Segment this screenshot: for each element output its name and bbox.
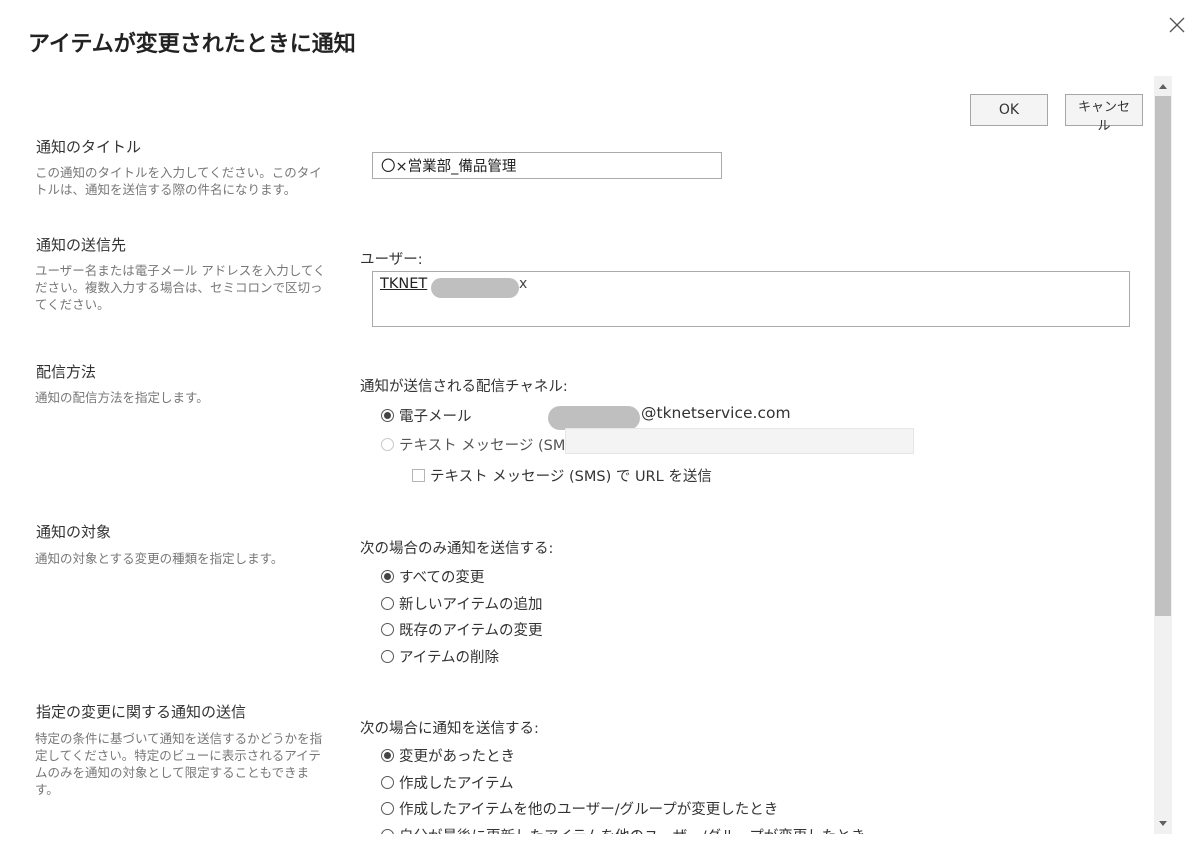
cancel-button[interactable]: キャンセル bbox=[1065, 94, 1143, 134]
sms-url-option[interactable]: テキスト メッセージ (SMS) で URL を送信 bbox=[412, 465, 712, 486]
sms-url-label: テキスト メッセージ (SMS) で URL を送信 bbox=[430, 469, 712, 485]
scroll-up-arrow-icon[interactable] bbox=[1159, 84, 1167, 89]
criteria-option-label: 変更があったとき bbox=[399, 749, 515, 765]
users-picker[interactable]: TKNET x bbox=[372, 271, 1130, 327]
sms-number-input[interactable] bbox=[565, 428, 914, 454]
dialog-title: アイテムが変更されたときに通知 bbox=[28, 32, 356, 57]
section-delivery-heading: 配信方法 bbox=[36, 363, 97, 381]
section-title-heading: 通知のタイトル bbox=[36, 138, 142, 156]
change-type-label: 次の場合のみ通知を送信する: bbox=[360, 541, 554, 557]
criteria-label: 次の場合に通知を送信する: bbox=[360, 721, 539, 737]
close-icon[interactable] bbox=[1166, 14, 1188, 36]
criteria-option-label: 作成したアイテム bbox=[399, 776, 514, 792]
section-recipients-description: ユーザー名または電子メール アドレスを入力してください。複数入力する場合は、セミ… bbox=[35, 263, 326, 312]
scrollbar-thumb[interactable] bbox=[1155, 96, 1171, 616]
user-token-name[interactable]: TKNET bbox=[380, 276, 427, 292]
change-type-option[interactable]: すべての変更 bbox=[381, 566, 484, 587]
criteria-radio[interactable] bbox=[381, 749, 394, 762]
ok-button[interactable]: OK bbox=[970, 94, 1048, 126]
criteria-option[interactable]: 変更があったとき bbox=[381, 745, 515, 766]
change-type-option-label: すべての変更 bbox=[399, 570, 485, 586]
section-recipients-heading: 通知の送信先 bbox=[36, 236, 127, 254]
notification-dialog: アイテムが変更されたときに通知 OK キャンセル 通知のタイトル この通知のタイ… bbox=[0, 0, 1200, 864]
change-type-option-label: 既存のアイテムの変更 bbox=[399, 623, 543, 639]
scroll-down-arrow-icon[interactable] bbox=[1159, 821, 1167, 826]
change-type-radio[interactable] bbox=[381, 597, 394, 610]
section-delivery-description: 通知の配信方法を指定します。 bbox=[35, 390, 209, 405]
section-criteria-description: 特定の条件に基づいて通知を送信するかどうかを指定してください。特定のビューに表示… bbox=[35, 731, 323, 797]
criteria-radio[interactable] bbox=[381, 776, 394, 789]
change-type-option[interactable]: アイテムの削除 bbox=[381, 646, 499, 667]
redacted-email-user bbox=[548, 406, 640, 430]
change-type-option[interactable]: 新しいアイテムの追加 bbox=[381, 593, 543, 614]
change-type-radio[interactable] bbox=[381, 623, 394, 636]
email-domain: @tknetservice.com bbox=[641, 404, 791, 422]
delivery-sms-option[interactable]: テキスト メッセージ (SMS) bbox=[381, 434, 580, 455]
change-type-option-label: 新しいアイテムの追加 bbox=[399, 597, 543, 613]
change-type-option[interactable]: 既存のアイテムの変更 bbox=[381, 619, 543, 640]
section-change-type-heading: 通知の対象 bbox=[36, 523, 112, 541]
criteria-radio[interactable] bbox=[381, 829, 394, 834]
delivery-email-option[interactable]: 電子メール bbox=[381, 405, 472, 426]
email-option-label: 電子メール bbox=[399, 409, 472, 425]
criteria-option[interactable]: 自分が最後に更新したアイテムを他のユーザー/グループが変更したとき bbox=[381, 825, 865, 834]
criteria-option[interactable]: 作成したアイテム bbox=[381, 772, 514, 793]
section-title-description: この通知のタイトルを入力してください。このタイトルは、通知を送信する際の件名にな… bbox=[35, 165, 322, 197]
redacted-user-name bbox=[431, 278, 519, 298]
sms-option-label: テキスト メッセージ (SMS) bbox=[399, 438, 581, 454]
notification-title-input[interactable] bbox=[372, 152, 722, 179]
delivery-channel-label: 通知が送信される配信チャネル: bbox=[360, 379, 568, 395]
criteria-option[interactable]: 作成したアイテムを他のユーザー/グループが変更したとき bbox=[381, 798, 778, 819]
dialog-content: OK キャンセル 通知のタイトル この通知のタイトルを入力してください。このタイ… bbox=[0, 76, 1154, 834]
change-type-option-label: アイテムの削除 bbox=[399, 650, 500, 666]
section-change-type-description: 通知の対象とする変更の種類を指定します。 bbox=[35, 551, 284, 566]
change-type-radio[interactable] bbox=[381, 650, 394, 663]
users-label: ユーザー: bbox=[360, 252, 423, 268]
criteria-option-label: 作成したアイテムを他のユーザー/グループが変更したとき bbox=[399, 802, 779, 818]
vertical-scrollbar[interactable] bbox=[1154, 76, 1172, 834]
section-criteria-heading: 指定の変更に関する通知の送信 bbox=[36, 703, 247, 721]
change-type-radio[interactable] bbox=[381, 570, 394, 583]
remove-user-icon[interactable]: x bbox=[519, 276, 527, 292]
criteria-option-label: 自分が最後に更新したアイテムを他のユーザー/グループが変更したとき bbox=[399, 825, 865, 834]
criteria-radio[interactable] bbox=[381, 802, 394, 815]
email-radio[interactable] bbox=[381, 409, 394, 422]
sms-url-checkbox[interactable] bbox=[412, 469, 425, 482]
sms-radio[interactable] bbox=[381, 438, 394, 451]
